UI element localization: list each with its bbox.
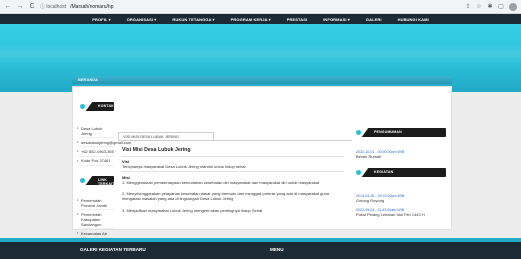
nav-rukun-tetangga[interactable]: RUKUN TETANGGA ▾	[164, 17, 222, 22]
footer-gallery-heading: GALERI KEGIATAN TERBARU	[80, 247, 146, 252]
divider	[122, 171, 344, 172]
misi-item: 3. Menjadikan masyarakat Lubuk Jering me…	[122, 208, 263, 213]
nav-galeri[interactable]: GALERI	[358, 17, 390, 22]
page-title: Visi Misi Desa Lubuk Jering	[122, 147, 191, 153]
nav-prestasi[interactable]: PRESTASI	[279, 17, 316, 22]
pengumuman-title: PENGUMUMAN	[374, 130, 402, 134]
list-item[interactable]: 2019-04-25 - 09:23:00pm WIB Gotong Royon…	[356, 194, 446, 203]
misi-item: 1. Menggerakkan pemberdayaan kemudahan k…	[122, 180, 320, 185]
calendar-icon	[356, 170, 361, 175]
list-item[interactable]: 2022-10-01 - 00:00:00pm WIB Bersih Rumah	[356, 150, 446, 159]
event-name[interactable]: Gotong Royong	[356, 198, 446, 203]
kontak-widget-header: KONTAK	[73, 101, 114, 112]
breadcrumb-label[interactable]: BERANDA	[78, 77, 98, 82]
list-item[interactable]: Pemerintah Kabupaten Sarolangun	[77, 210, 114, 230]
misi-item: 2. Menyelenggarakan pelayanan kesehatan …	[122, 191, 330, 202]
profile-avatar[interactable]	[509, 2, 517, 11]
browser-toolbar: ← → C ⓘ localhost /Marsah/nomaru/hp ⇪ ☆ …	[0, 0, 521, 14]
share-icon[interactable]: ⇪	[465, 4, 471, 10]
kontak-title: KONTAK	[98, 104, 114, 108]
list-item: Desa Lubuk Jering	[77, 124, 114, 139]
visi-text: Terciptanya masyarakat Desa Lubuk Jering…	[122, 164, 246, 169]
announcement-icon	[356, 130, 361, 135]
event-name[interactable]: Pukul Pinang Lebaran Idul Fitri 1443 H	[356, 212, 446, 217]
contact-icon	[80, 104, 85, 109]
extensions-icon[interactable]: ✱	[487, 4, 493, 10]
pengumuman-widget-header: PENGUMUMAN	[349, 127, 446, 138]
footer-menu-heading: MENU	[270, 247, 284, 252]
nav-informasi[interactable]: INFORMASI ▾	[315, 17, 358, 22]
article: Visi Misi Desa Lubuk Jering Visi Tercipt…	[118, 140, 352, 228]
list-item[interactable]: desalubukjering@gmail.com	[77, 138, 131, 148]
bookmark-star-icon[interactable]: ☆	[476, 4, 482, 10]
breadcrumb: BERANDA	[72, 76, 452, 84]
list-item[interactable]: Pemerintah Provinsi Jambi	[77, 196, 114, 211]
forward-button[interactable]: →	[16, 3, 24, 11]
event-name[interactable]: Bersih Rumah	[356, 154, 446, 159]
nav-program-kerja[interactable]: PROGRAM KERJA ▾	[223, 17, 279, 22]
list-item: +62 852-1963-365	[77, 147, 114, 157]
link-terkait-list: Pemerintah Provinsi Jambi Pemerintah Kab…	[77, 196, 114, 244]
list-item: Kode Pos 37461	[77, 157, 114, 166]
sidepanel-icon[interactable]: ▢	[498, 4, 504, 10]
nav-hubungi-kami[interactable]: HUBUNGI KAMI	[390, 17, 437, 22]
list-item[interactable]: 2022-05-04 - 11:43:00am WIB Pukul Pinang…	[356, 208, 446, 217]
link-terkait-widget-header: LINK TERKAIT	[73, 175, 115, 186]
site-navigation: PROFIL ▾ ORGANISASI ▾ RUKUN TETANGGA ▾ P…	[0, 14, 521, 24]
kegiatan-title: KEGIATAN	[374, 170, 394, 174]
nav-profil[interactable]: PROFIL ▾	[84, 17, 119, 22]
nav-organisasi[interactable]: ORGANISASI ▾	[119, 17, 165, 22]
link-terkait-title: LINK TERKAIT	[98, 178, 115, 186]
divider	[122, 156, 344, 157]
footer: GALERI KEGIATAN TERBARU MENU	[0, 242, 521, 259]
kegiatan-widget-header: KEGIATAN	[349, 167, 446, 178]
tab-visi-misi[interactable]: VISI MISI DESA LUBUK JERING	[118, 132, 214, 140]
reload-button[interactable]: C	[28, 3, 36, 11]
back-button[interactable]: ←	[4, 3, 12, 11]
address-bar[interactable]: /Marsah/nomaru/hp	[70, 4, 461, 10]
browser-actions: ⇪ ☆ ✱ ▢	[465, 2, 517, 11]
kontak-list: Desa Lubuk Jering desalubukjering@gmail.…	[77, 124, 131, 166]
site-info-icon[interactable]: ⓘ localhost	[40, 3, 66, 10]
link-icon	[80, 178, 85, 183]
